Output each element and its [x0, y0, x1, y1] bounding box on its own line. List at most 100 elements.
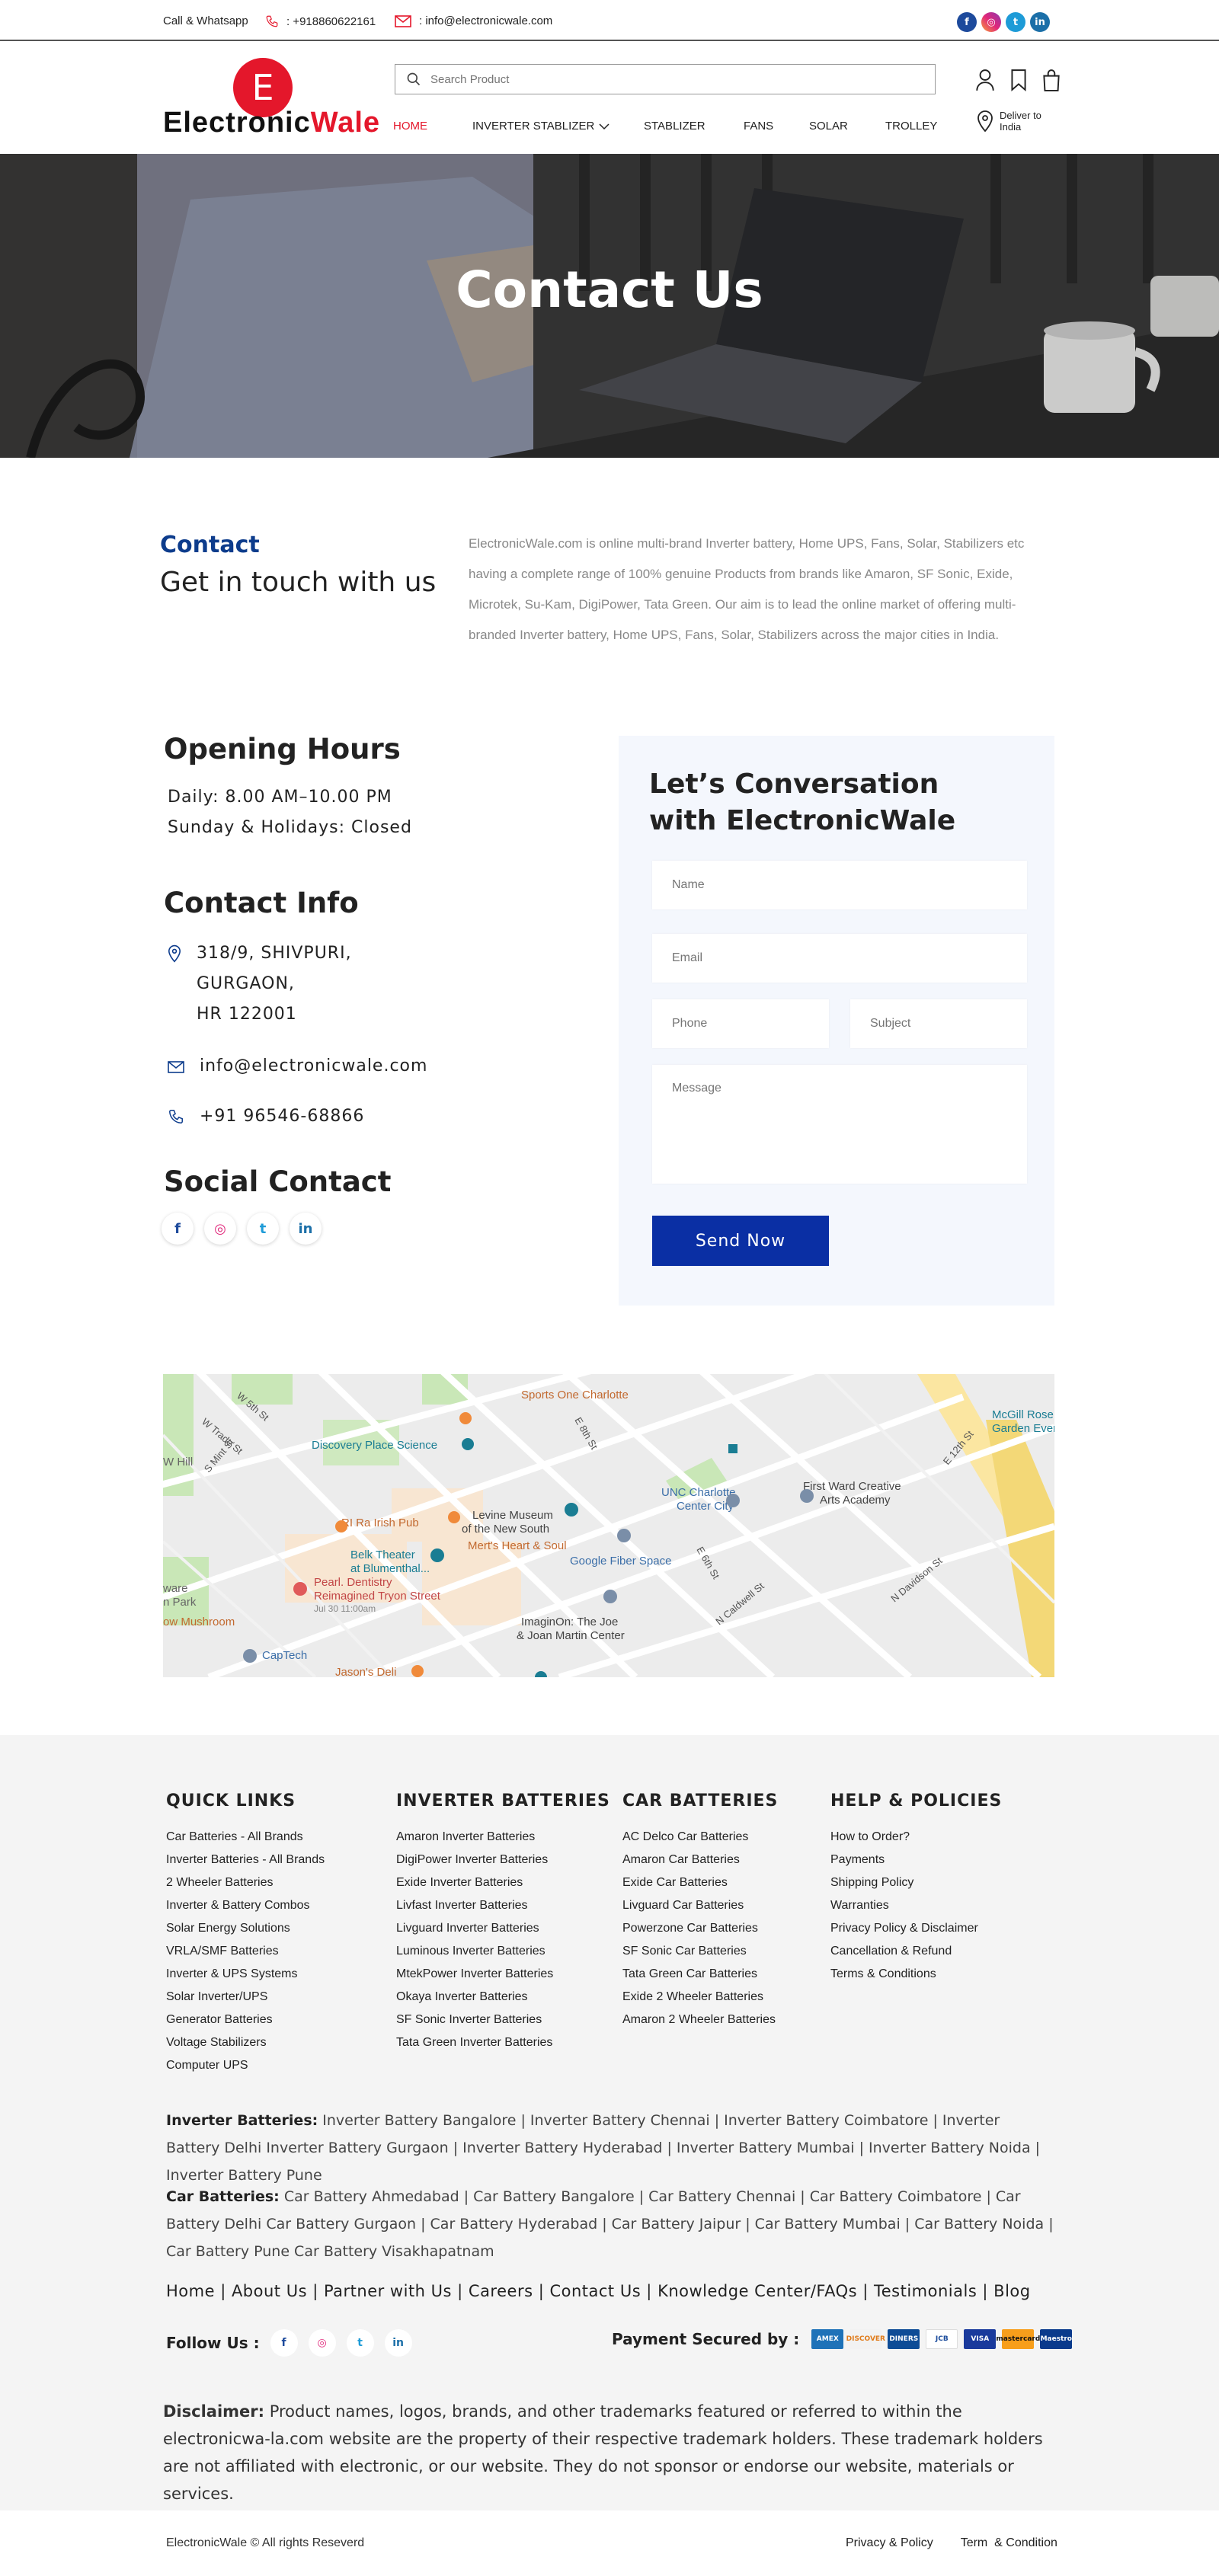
address: 318/9, SHIVPURI, GURGAON, HR 122001: [168, 938, 352, 1030]
maestro-card-icon: Maestro: [1040, 2329, 1073, 2349]
footer-link[interactable]: Computer UPS: [166, 2054, 325, 2077]
top-phone[interactable]: : +918860622161: [265, 14, 376, 28]
phone-field[interactable]: [652, 999, 829, 1048]
facebook-icon[interactable]: f: [270, 2329, 298, 2357]
opening-hours-heading: Opening Hours: [164, 733, 401, 765]
deliver-location[interactable]: Deliver to India: [977, 110, 1041, 133]
footer-link[interactable]: Inverter & UPS Systems: [166, 1963, 325, 1986]
footer-link[interactable]: Payments: [830, 1849, 1002, 1871]
footer-link[interactable]: Tata Green Car Batteries: [622, 1963, 778, 1986]
footer-link[interactable]: Okaya Inverter Batteries: [396, 1986, 610, 2009]
footer-link[interactable]: Exide Inverter Batteries: [396, 1871, 610, 1894]
privacy-policy-link[interactable]: Privacy & Policy: [846, 2536, 933, 2550]
footer-link[interactable]: Solar Energy Solutions: [166, 1917, 325, 1940]
footer-link[interactable]: How to Order?: [830, 1826, 1002, 1849]
nav-home[interactable]: HOME: [393, 120, 427, 133]
footer-link[interactable]: AC Delco Car Batteries: [622, 1826, 778, 1849]
svg-text:Center City: Center City: [677, 1500, 734, 1513]
svg-text:Jul 30 11:00am: Jul 30 11:00am: [314, 1603, 376, 1614]
instagram-icon[interactable]: ◎: [981, 12, 1001, 32]
footer-link[interactable]: Livguard Inverter Batteries: [396, 1917, 610, 1940]
hours-daily: Daily: 8.00 AM–10.00 PM: [168, 788, 392, 807]
shopping-bag-icon[interactable]: [1042, 69, 1061, 91]
form-heading-line-2: with ElectronicWale: [649, 805, 956, 836]
top-email[interactable]: : info@electronicwale.com: [395, 14, 552, 27]
facebook-icon[interactable]: f: [162, 1213, 194, 1245]
footer-link[interactable]: Livfast Inverter Batteries: [396, 1894, 610, 1917]
map-tiles: Sports One Charlotte Discovery Place Sci…: [163, 1374, 1054, 1677]
nav-solar[interactable]: SOLAR: [809, 120, 848, 133]
footer-link[interactable]: Exide 2 Wheeler Batteries: [622, 1986, 778, 2009]
discover-card-icon: DISCOVER: [846, 2329, 885, 2349]
footer-link[interactable]: DigiPower Inverter Batteries: [396, 1849, 610, 1871]
footer-link[interactable]: Generator Batteries: [166, 2009, 325, 2031]
footer-link[interactable]: SF Sonic Inverter Batteries: [396, 2009, 610, 2031]
follow-us-label: Follow Us :: [166, 2334, 260, 2352]
footer-link[interactable]: Shipping Policy: [830, 1871, 1002, 1894]
instagram-icon[interactable]: ◎: [308, 2329, 336, 2357]
facebook-icon[interactable]: f: [957, 12, 977, 32]
linkedin-icon[interactable]: in: [1030, 12, 1050, 32]
hero-title: Contact Us: [456, 260, 763, 319]
send-now-button[interactable]: Send Now: [652, 1216, 829, 1266]
twitter-icon[interactable]: t: [247, 1213, 279, 1245]
footer-link[interactable]: Inverter Batteries - All Brands: [166, 1849, 325, 1871]
footer-link[interactable]: VRLA/SMF Batteries: [166, 1940, 325, 1963]
nav-fans[interactable]: FANS: [744, 120, 773, 133]
footer-page-links[interactable]: Home | About Us | Partner with Us | Care…: [166, 2282, 1031, 2300]
footer-link[interactable]: Powerzone Car Batteries: [622, 1917, 778, 1940]
footer-link[interactable]: Warranties: [830, 1894, 1002, 1917]
footer-link[interactable]: Cancellation & Refund: [830, 1940, 1002, 1963]
about-text: ElectronicWale.com is online multi-brand…: [469, 536, 1025, 642]
footer-link[interactable]: Amaron 2 Wheeler Batteries: [622, 2009, 778, 2031]
footer-link[interactable]: Inverter & Battery Combos: [166, 1894, 325, 1917]
payment-label: Payment Secured by :: [612, 2330, 800, 2348]
footer-link[interactable]: Luminous Inverter Batteries: [396, 1940, 610, 1963]
quick-links-heading: QUICK LINKS: [166, 1791, 296, 1811]
footer-link[interactable]: Livguard Car Batteries: [622, 1894, 778, 1917]
user-icon[interactable]: [975, 69, 995, 91]
nav-inverter-stablizer[interactable]: INVERTER STABLIZER: [472, 120, 610, 133]
jcb-card-icon: JCB: [926, 2329, 958, 2349]
subject-field[interactable]: [850, 999, 1027, 1048]
contact-phone[interactable]: +91 96546-68866: [168, 1101, 364, 1132]
svg-text:RI Ra Irish Pub: RI Ra Irish Pub: [341, 1517, 419, 1529]
amex-card-icon: AMEX: [811, 2329, 844, 2349]
nav-stablizer[interactable]: STABLIZER: [644, 120, 705, 133]
bookmark-icon[interactable]: [1010, 69, 1027, 91]
search-icon[interactable]: [406, 72, 421, 87]
mail-icon: [168, 1061, 184, 1073]
linkedin-icon[interactable]: in: [384, 2329, 412, 2357]
footer-link[interactable]: MtekPower Inverter Batteries: [396, 1963, 610, 1986]
contact-info-heading: Contact Info: [164, 887, 359, 919]
footer-link[interactable]: Privacy Policy & Disclaimer: [830, 1917, 1002, 1940]
twitter-icon[interactable]: t: [1006, 12, 1025, 32]
contact-email[interactable]: info@electronicwale.com: [168, 1051, 427, 1082]
footer-link[interactable]: Amaron Inverter Batteries: [396, 1826, 610, 1849]
twitter-icon[interactable]: t: [346, 2329, 374, 2357]
name-field[interactable]: [652, 861, 1027, 909]
footer-link[interactable]: Voltage Stabilizers: [166, 2031, 325, 2054]
form-heading: Let’s Conversation with ElectronicWale: [649, 766, 955, 839]
footer-link[interactable]: Amaron Car Batteries: [622, 1849, 778, 1871]
footer-link[interactable]: Terms & Conditions: [830, 1963, 1002, 1986]
address-line-3: HR 122001: [197, 1005, 297, 1024]
footer-link[interactable]: Tata Green Inverter Batteries: [396, 2031, 610, 2054]
email-field[interactable]: [652, 934, 1027, 983]
footer-link[interactable]: Solar Inverter/UPS: [166, 1986, 325, 2009]
search-input[interactable]: [430, 72, 888, 86]
nav-trolley[interactable]: TROLLEY: [885, 120, 937, 133]
location-map[interactable]: Sports One Charlotte Discovery Place Sci…: [163, 1374, 1054, 1677]
instagram-icon[interactable]: ◎: [204, 1213, 236, 1245]
footer-link[interactable]: Exide Car Batteries: [622, 1871, 778, 1894]
terms-conditions-link[interactable]: Term & Condition: [961, 2536, 1057, 2550]
footer-link[interactable]: 2 Wheeler Batteries: [166, 1871, 325, 1894]
footer-link[interactable]: Car Batteries - All Brands: [166, 1826, 325, 1849]
svg-text:Jason's Deli: Jason's Deli: [335, 1666, 396, 1677]
car-cities-links[interactable]: Car Battery Ahmedabad | Car Battery Bang…: [166, 2188, 1054, 2260]
footer-link[interactable]: SF Sonic Car Batteries: [622, 1940, 778, 1963]
svg-text:Google Fiber Space: Google Fiber Space: [570, 1555, 671, 1568]
message-field[interactable]: [652, 1065, 1027, 1184]
logo-word-2: Wale: [310, 107, 381, 139]
linkedin-icon[interactable]: in: [290, 1213, 322, 1245]
